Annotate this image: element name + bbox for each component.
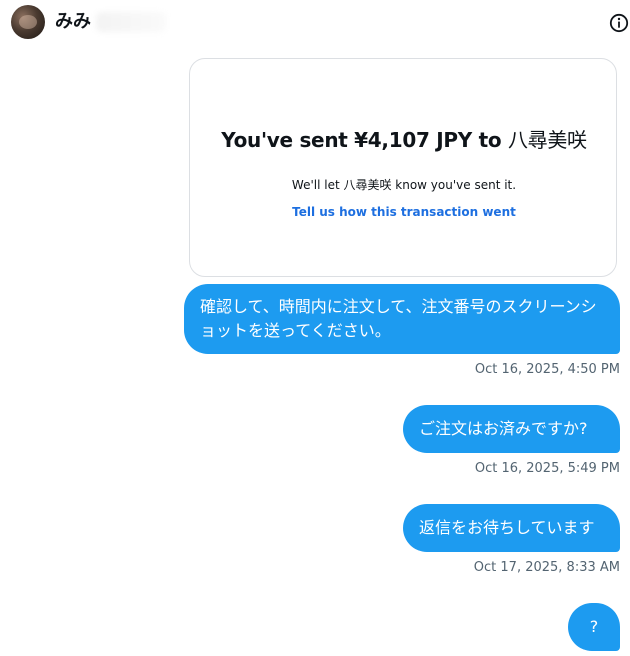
conversation-header: みみ bbox=[0, 0, 630, 46]
message-bubble[interactable]: 確認して、時間内に注文して、注文番号のスクリーンショットを送ってください。 bbox=[184, 284, 620, 354]
message-timestamp: Oct 16, 2025, 4:50 PM bbox=[474, 362, 620, 377]
username[interactable]: みみ bbox=[55, 10, 91, 34]
username-handle-blurred bbox=[96, 12, 166, 32]
message-bubble[interactable]: ? bbox=[568, 603, 620, 651]
message-timestamp: Oct 16, 2025, 5:49 PM bbox=[474, 461, 620, 476]
payment-card: You've sent ¥4,107 JPY to 八尋美咲 We'll let… bbox=[189, 58, 617, 277]
message-timestamp: Oct 17, 2025, 8:33 AM bbox=[473, 560, 620, 575]
message-bubble[interactable]: ご注文はお済みですか? bbox=[403, 405, 620, 453]
transaction-feedback-link[interactable]: Tell us how this transaction went bbox=[190, 205, 618, 219]
payment-title: You've sent ¥4,107 JPY to 八尋美咲 bbox=[190, 124, 618, 153]
payment-title-text: You've sent ¥4,107 JPY to bbox=[221, 128, 502, 152]
payment-subtitle: We'll let 八尋美咲 know you've sent it. bbox=[291, 178, 517, 192]
info-circle-icon[interactable] bbox=[609, 13, 629, 33]
avatar[interactable] bbox=[11, 5, 45, 39]
message-bubble[interactable]: 返信をお待ちしています bbox=[403, 504, 620, 552]
payment-recipient: 八尋美咲 bbox=[507, 128, 587, 152]
